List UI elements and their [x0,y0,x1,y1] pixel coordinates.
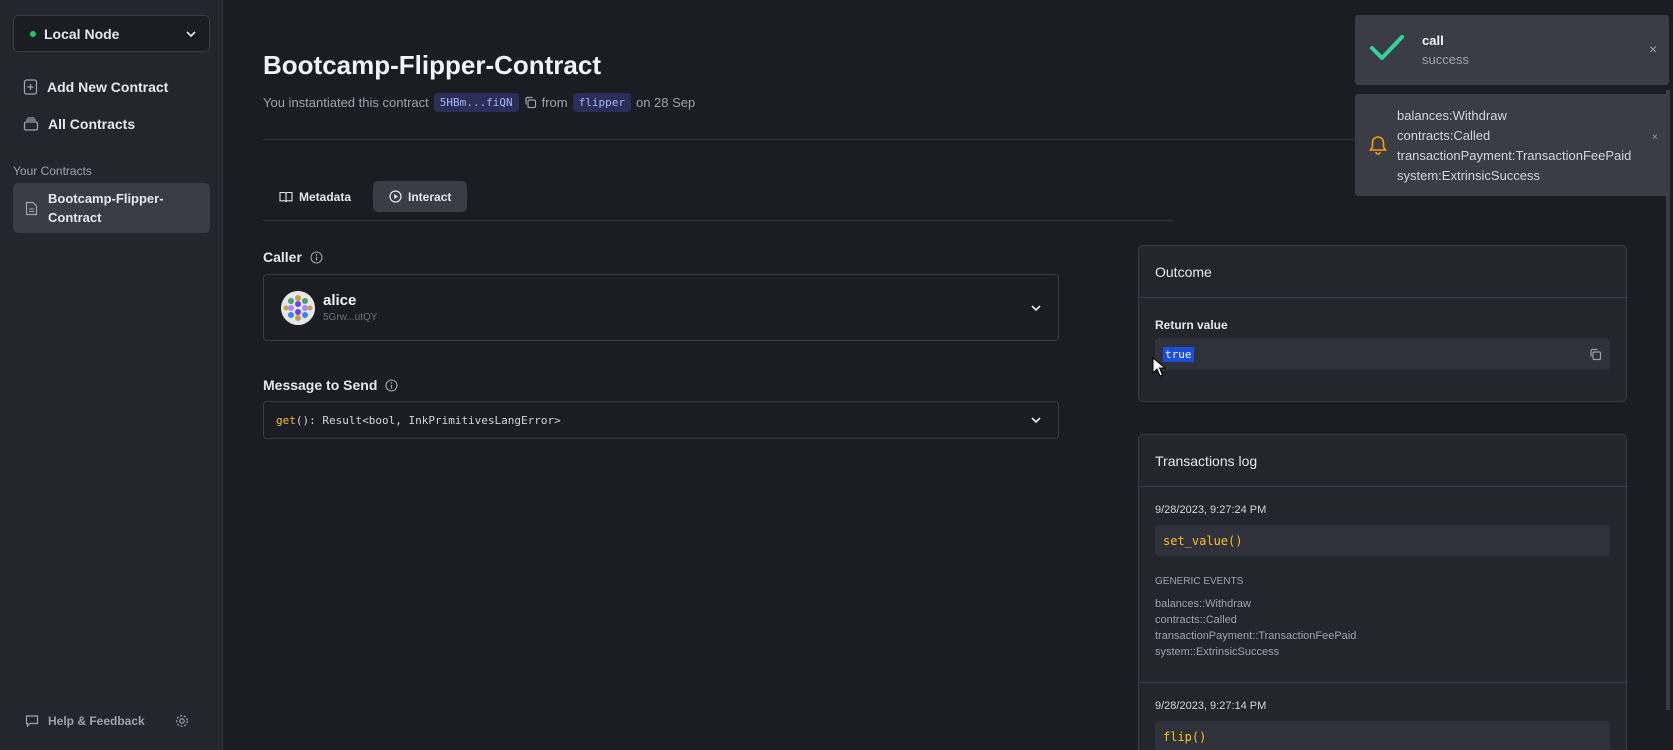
message-label-text: Message to Send [263,377,378,393]
all-contracts-link[interactable]: All Contracts [23,116,135,132]
contract-info-line: You instantiated this contract 5HBm...fi… [263,93,695,112]
outcome-panel: Outcome Return value true [1138,245,1627,402]
contract-item-name: Bootcamp-Flipper- Contract [48,189,164,227]
stack-icon [23,117,39,131]
tx-events-heading: GENERIC EVENTS [1155,576,1244,587]
sidebar: Local Node Add New Contract All Contract… [0,0,223,750]
header-divider [263,139,1443,140]
call-success-toast: call success × [1355,15,1669,85]
caller-name: alice [323,292,357,309]
tx-entry: 9/28/2023, 9:27:14 PM flip() [1139,700,1626,750]
toast-event: transactionPayment:TransactionFeePaid [1397,148,1632,163]
toast-event: system:ExtrinsicSuccess [1397,168,1541,183]
outcome-title: Outcome [1139,246,1626,298]
scrollbar[interactable] [1666,90,1670,710]
tab-metadata-label: Metadata [299,189,352,204]
transactions-log-panel: Transactions log 9/28/2023, 9:27:24 PM s… [1138,434,1627,750]
your-contracts-heading: Your Contracts [13,164,92,178]
mouse-cursor-icon [1152,357,1166,377]
tx-call: flip() [1155,721,1610,750]
tx-call: set_value() [1155,525,1610,556]
info-icon[interactable] [310,250,323,264]
tx-entry: 9/28/2023, 9:27:24 PM set_value() GENERI… [1139,504,1626,683]
close-icon[interactable]: × [1652,132,1658,143]
message-select[interactable]: get (): Result<bool, InkPrimitivesLangEr… [263,401,1059,439]
events-toast: balances:Withdraw contracts:Called trans… [1355,94,1669,196]
page-title: Bootcamp-Flipper-Contract [263,50,601,80]
toast-subtitle: success [1422,52,1469,67]
tab-bar: Metadata Interact [263,181,468,212]
add-new-contract-link[interactable]: Add New Contract [23,79,168,95]
code-name-chip[interactable]: flipper [572,93,631,112]
toast-event: contracts:Called [1397,128,1491,143]
sidebar-item-bootcamp-flipper-contract[interactable]: Bootcamp-Flipper- Contract [13,183,210,233]
tx-events-list: balances::Withdraw contracts::Called tra… [1155,596,1610,660]
close-icon[interactable]: × [1649,41,1657,57]
tx-event: contracts::Called [1155,614,1237,626]
check-icon [1370,35,1404,60]
contract-address-chip: 5HBm...fiQN [433,93,519,112]
message-signature: (): Result<bool, InkPrimitivesLangError> [295,413,561,427]
toast-title: call [1422,33,1444,48]
tab-interact[interactable]: Interact [373,181,468,212]
toast-event: balances:Withdraw [1397,108,1507,123]
chat-bubble-icon [25,715,39,728]
transactions-log-title: Transactions log [1139,435,1626,487]
avatar [281,290,315,325]
document-icon [25,201,38,215]
tx-divider [1139,682,1626,683]
toast-events-list: balances:Withdraw contracts:Called trans… [1397,106,1631,186]
tx-event: balances::Withdraw [1155,598,1251,610]
node-selector[interactable]: Local Node [13,15,210,52]
caller-address: 5Grw...utQY [323,312,378,323]
tab-interact-label: Interact [408,189,452,204]
node-label: Local Node [44,25,120,42]
instantiated-text: You instantiated this contract [263,95,429,110]
date-text: on 28 Sep [635,95,696,110]
from-text: from [541,95,568,110]
add-file-icon [23,79,38,95]
message-function-name: get [276,413,296,427]
caller-select[interactable]: alice 5Grw...utQY [263,274,1059,341]
tx-timestamp: 9/28/2023, 9:27:24 PM [1155,504,1267,516]
play-circle-icon [389,190,402,203]
help-feedback-link[interactable]: Help & Feedback [25,714,145,728]
return-value[interactable]: true [1163,346,1194,362]
contract-item-name-line1: Bootcamp-Flipper- [48,191,164,206]
tab-metadata[interactable]: Metadata [263,181,367,212]
info-icon[interactable] [385,378,398,392]
gear-icon[interactable] [175,714,189,728]
help-feedback-label: Help & Feedback [48,714,145,728]
caller-label-text: Caller [263,249,302,265]
return-value-label: Return value [1155,318,1228,332]
copy-icon[interactable] [524,96,537,109]
tx-event: transactionPayment::TransactionFeePaid [1155,630,1357,642]
caller-account: alice 5Grw...utQY [323,292,377,323]
return-value-box: true [1155,338,1610,370]
copy-icon[interactable] [1589,348,1602,361]
chevron-down-icon [1031,304,1041,311]
caller-label: Caller [263,249,323,265]
node-status-dot [30,30,36,37]
chevron-down-icon [1031,417,1041,424]
tx-timestamp: 9/28/2023, 9:27:14 PM [1155,700,1267,712]
contract-item-name-line2: Contract [48,210,102,225]
all-contracts-label: All Contracts [48,116,136,132]
tabs-divider [263,220,1173,221]
bell-icon [1369,136,1387,155]
chevron-down-icon [186,30,196,37]
add-new-contract-label: Add New Contract [47,79,169,95]
book-icon [279,191,293,202]
tx-event: system::ExtrinsicSuccess [1155,646,1280,658]
message-label: Message to Send [263,377,398,393]
